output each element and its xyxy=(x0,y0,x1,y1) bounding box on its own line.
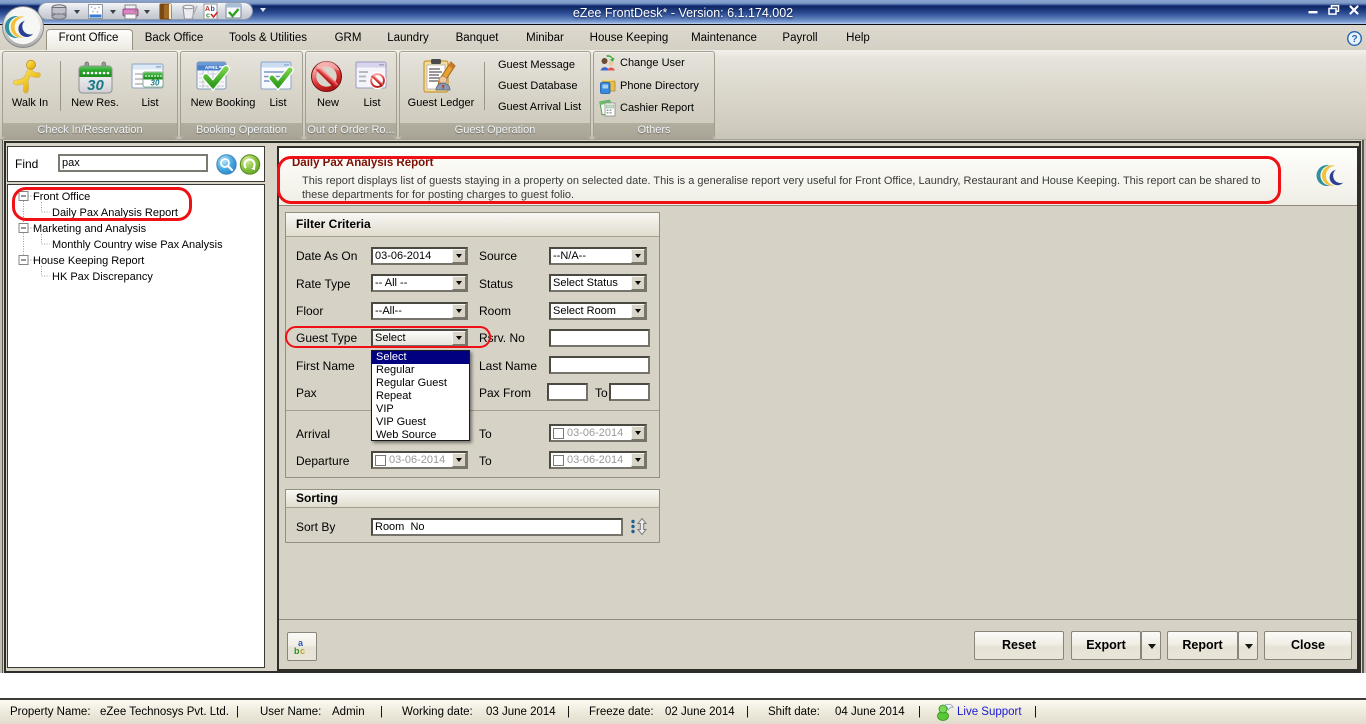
svg-text:?: ? xyxy=(1351,34,1357,45)
svg-text:APRIL: APRIL xyxy=(205,65,219,70)
svg-text:b: b xyxy=(211,6,215,13)
svg-text:30: 30 xyxy=(151,79,160,88)
svg-text:30: 30 xyxy=(87,77,104,94)
svg-text:c: c xyxy=(206,13,210,20)
svg-text:c: c xyxy=(300,646,305,656)
